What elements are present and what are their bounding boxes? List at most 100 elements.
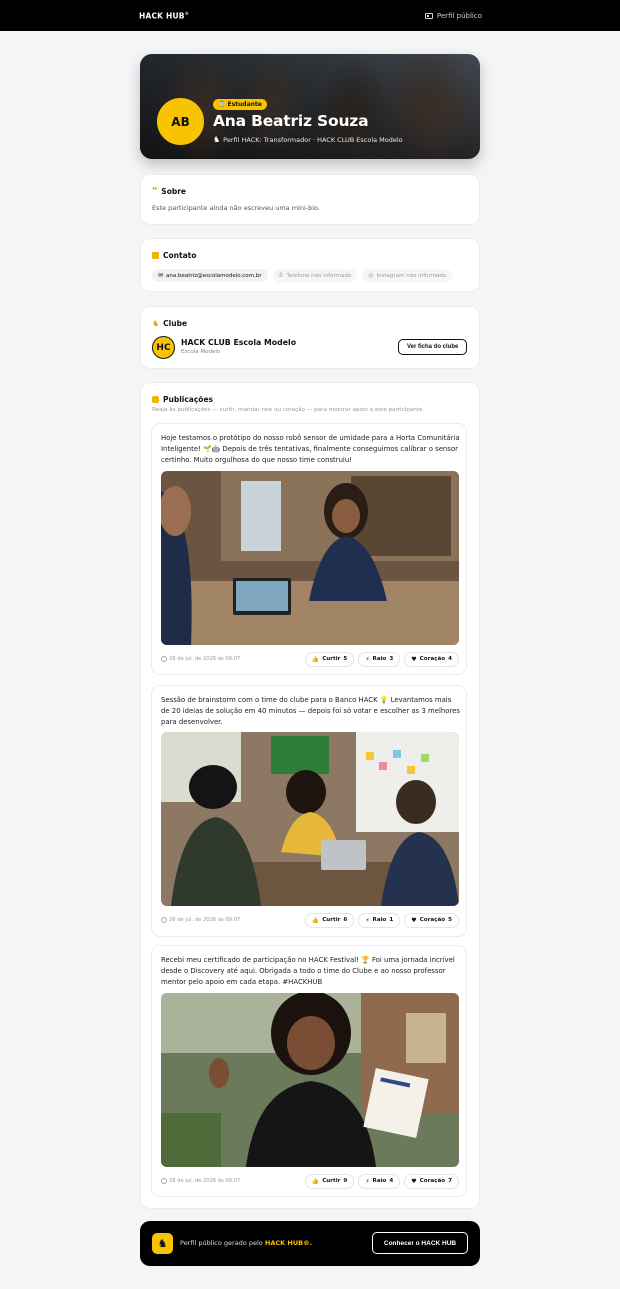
footer-banner: ♞ Perfil público gerado pelo HACK HUB®. … <box>140 1221 480 1266</box>
footer-brand: HACK HUB®. <box>264 1239 313 1247</box>
heart-label: Coração <box>419 1178 446 1184</box>
horse-icon: ♞ <box>213 135 221 144</box>
contact-chips: ✉ ana.beatriz@escolamodelo.com.br ✆ Telefo… <box>152 269 453 282</box>
clock-icon <box>161 1178 167 1184</box>
like-label: Curtir <box>322 656 341 662</box>
public-profile-link[interactable]: Perfil público <box>424 11 482 20</box>
heart-icon: ♥ <box>411 916 417 924</box>
discover-hackhub-button[interactable]: Conhecer o HACK HUB <box>372 1232 468 1254</box>
phone-chip: ✆ Telefone não informado <box>272 269 358 282</box>
profile-subtitle-text: Perfil HACK: Transformador · HACK CLUB E… <box>223 135 403 144</box>
publications-title: Publicações <box>152 395 213 404</box>
bolt-count: 4 <box>389 1178 394 1184</box>
heart-button[interactable]: ♥ Coração 7 <box>404 1173 459 1189</box>
post-footer: 26 de jul. de 2026 às 09:07 👍 Curtir 9 ⚡ Ra… <box>161 1173 459 1189</box>
footer-text: Perfil público gerado pelo HACK HUB®. <box>180 1239 312 1247</box>
post-date: 26 de jul. de 2026 às 09:07 <box>161 1178 240 1184</box>
profile-hero: AB ⌛ Estudante Ana Beatriz Souza ♞ Perfi… <box>140 54 480 159</box>
bolt-icon: ⚡ <box>365 916 370 924</box>
post-date-text: 26 de jul. de 2026 às 09:07 <box>169 656 241 662</box>
brand-logo[interactable]: HACK HUB® <box>139 11 189 21</box>
post-image-lab <box>161 471 459 645</box>
heart-label: Coração <box>419 917 446 923</box>
bolt-label: Raio <box>372 656 387 662</box>
about-text: Este participante ainda não escreveu uma… <box>152 204 320 212</box>
instagram-chip: ◎ Instagram não informado <box>362 269 453 282</box>
profile-subtitle: ♞ Perfil HACK: Transformador · HACK CLUB… <box>213 135 403 144</box>
clock-icon <box>161 917 167 923</box>
like-button[interactable]: 👍 Curtir 6 <box>304 912 355 928</box>
like-label: Curtir <box>322 1178 341 1184</box>
post-image-certificate <box>161 993 459 1167</box>
hourglass-icon: ⌛ <box>218 101 226 108</box>
reactions: 👍 Curtir 5 ⚡ Raio 3 ♥ Coração 4 <box>304 651 459 667</box>
public-profile-label: Perfil público <box>436 11 482 20</box>
post-date: 26 de jul. de 2026 às 09:07 <box>161 656 240 662</box>
post-image[interactable] <box>161 732 459 906</box>
like-button[interactable]: 👍 Curtir 5 <box>304 651 355 667</box>
reactions: 👍 Curtir 9 ⚡ Raio 4 ♥ Coração 7 <box>304 1173 459 1189</box>
bolt-count: 3 <box>389 656 394 662</box>
post-date-text: 26 de jul. de 2026 às 09:07 <box>169 917 241 923</box>
post-text: Hoje testamos o protótipo do nosso robô … <box>161 434 460 464</box>
like-button[interactable]: 👍 Curtir 9 <box>304 1173 355 1189</box>
like-count: 5 <box>343 656 348 662</box>
heart-label: Coração <box>419 656 446 662</box>
heart-count: 7 <box>448 1178 452 1184</box>
top-nav-bar: HACK HUB® Perfil público <box>0 0 620 31</box>
about-title-text: Sobre <box>161 186 187 196</box>
bolt-count: 1 <box>389 917 394 923</box>
instagram-text: Instagram não informado <box>376 272 447 279</box>
about-card: ❝ Sobre Este participante ainda não escr… <box>140 174 480 225</box>
email-chip[interactable]: ✉ ana.beatriz@escolamodelo.com.br <box>152 269 268 282</box>
contact-title: Contato <box>152 251 196 260</box>
quote-icon: ❝ <box>152 186 158 196</box>
bolt-icon: ⚡ <box>365 1177 370 1185</box>
view-club-button[interactable]: Ver ficha do clube <box>398 339 468 355</box>
footer-text-prefix: Perfil público gerado pelo <box>180 1239 263 1247</box>
mail-icon: ✉ <box>158 272 164 279</box>
contact-card: Contato ✉ ana.beatriz@escolamodelo.com.br… <box>140 238 480 292</box>
phone-icon: ✆ <box>278 272 284 279</box>
post-card: Hoje testamos o protótipo do nosso robô … <box>151 423 467 675</box>
brand-name: HACK HUB <box>139 11 185 21</box>
post-image-brainstorm <box>161 732 459 906</box>
heart-count: 5 <box>448 917 452 923</box>
contact-title-text: Contato <box>163 251 197 260</box>
bolt-button[interactable]: ⚡ Raio 4 <box>358 1173 401 1189</box>
bolt-button[interactable]: ⚡ Raio 3 <box>358 651 401 667</box>
bolt-label: Raio <box>372 917 387 923</box>
heart-button[interactable]: ♥ Coração 4 <box>404 651 459 667</box>
post-card: Recebi meu certificado de participação n… <box>151 945 467 1197</box>
club-school: Escola Modelo <box>181 349 221 355</box>
club-logo: HC <box>152 336 175 359</box>
reactions: 👍 Curtir 6 ⚡ Raio 1 ♥ Coração 5 <box>304 912 459 928</box>
club-title-text: Clube <box>163 319 188 328</box>
post-date: 26 de jul. de 2026 às 09:07 <box>161 917 240 923</box>
role-badge: ⌛ Estudante <box>213 99 267 110</box>
post-footer: 26 de jul. de 2026 às 09:07 👍 Curtir 6 ⚡ Ra… <box>161 912 459 928</box>
bolt-button[interactable]: ⚡ Raio 1 <box>358 912 401 928</box>
bolt-label: Raio <box>372 1178 387 1184</box>
horse-icon: ♞ <box>152 1233 173 1254</box>
post-footer: 26 de jul. de 2026 às 09:07 👍 Curtir 5 ⚡ Ra… <box>161 651 459 667</box>
club-title: ♞ Clube <box>152 319 187 328</box>
post-text: Sessão de brainstorm com o time do clube… <box>161 696 460 726</box>
thumbs-up-icon: 👍 <box>311 655 320 663</box>
post-image[interactable] <box>161 993 459 1167</box>
publications-icon <box>152 396 159 403</box>
like-count: 9 <box>343 1178 348 1184</box>
contact-book-icon <box>152 252 159 259</box>
thumbs-up-icon: 👍 <box>311 916 320 924</box>
bolt-icon: ⚡ <box>365 655 370 663</box>
heart-button[interactable]: ♥ Coração 5 <box>404 912 459 928</box>
club-name: HACK CLUB Escola Modelo <box>181 338 297 347</box>
about-title: ❝ Sobre <box>152 186 186 196</box>
like-count: 6 <box>343 917 348 923</box>
post-image[interactable] <box>161 471 459 645</box>
heart-count: 4 <box>448 656 452 662</box>
phone-text: Telefone não informado <box>286 272 352 279</box>
publications-title-text: Publicações <box>163 395 214 404</box>
post-date-text: 26 de jul. de 2026 às 09:07 <box>169 1178 241 1184</box>
email-text: ana.beatriz@escolamodelo.com.br <box>166 272 262 279</box>
